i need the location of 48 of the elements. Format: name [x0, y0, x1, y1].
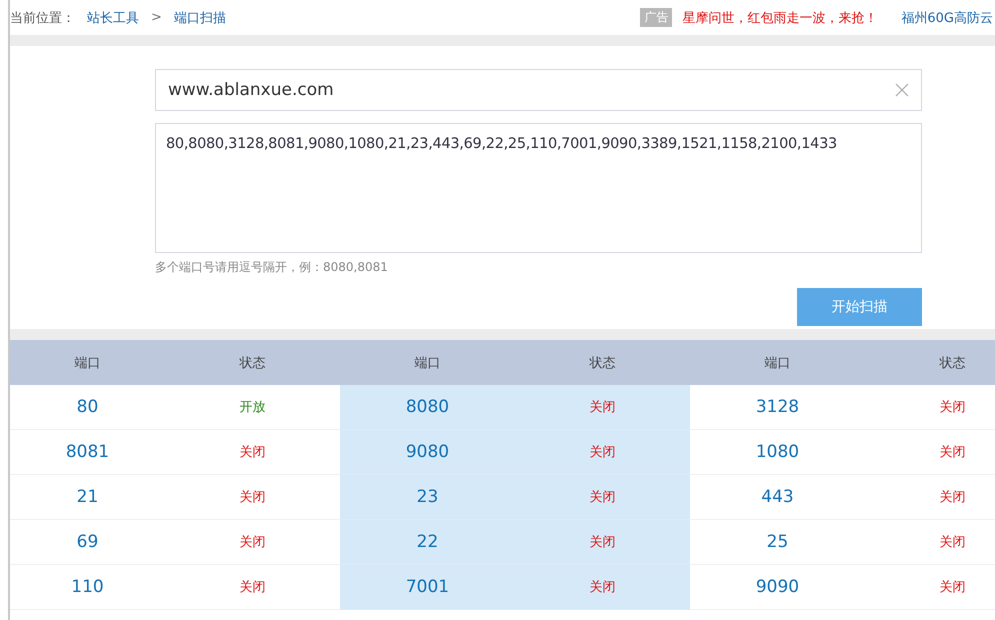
port-number: 3128 — [756, 397, 800, 417]
port-number: 7001 — [406, 577, 450, 597]
column-header: 端口 — [690, 340, 865, 385]
hint-text: 多个端口号请用逗号隔开，例：8080,8081 — [155, 259, 389, 276]
port-number: 21 — [76, 487, 98, 507]
column-header: 状态 — [865, 340, 995, 385]
breadcrumb-link[interactable]: 站长工具 — [87, 8, 139, 26]
port-number: 1080 — [756, 442, 800, 462]
column-header: 端口 — [10, 340, 165, 385]
ad-link[interactable]: 福州60G高防云 — [901, 8, 993, 26]
port-status: 关闭 — [240, 534, 266, 551]
ad-label: 广告 — [640, 8, 672, 27]
port-status: 关闭 — [590, 399, 616, 416]
port-number: 25 — [766, 532, 788, 552]
column-header: 状态 — [165, 340, 340, 385]
port-number: 110 — [71, 577, 104, 597]
breadcrumb-link[interactable]: 端口扫描 — [174, 8, 226, 26]
port-status: 关闭 — [240, 489, 266, 506]
port-number: 80 — [76, 397, 98, 417]
port-number: 9090 — [756, 577, 800, 597]
port-number: 8080 — [406, 397, 450, 417]
port-status: 关闭 — [940, 444, 966, 461]
port-number: 8081 — [66, 442, 110, 462]
port-status: 关闭 — [940, 534, 966, 551]
port-status: 关闭 — [590, 534, 616, 551]
port-status: 关闭 — [590, 444, 616, 461]
breadcrumb-separator: > — [151, 10, 162, 25]
port-number: 22 — [416, 532, 438, 552]
port-number: 9080 — [406, 442, 450, 462]
column-header: 状态 — [515, 340, 690, 385]
port-status: 开放 — [240, 399, 266, 416]
host-value: www.ablanxue.com — [168, 80, 335, 100]
port-status: 关闭 — [240, 579, 266, 596]
port-status: 关闭 — [940, 399, 966, 416]
port-status: 关闭 — [940, 489, 966, 506]
column-header: 端口 — [340, 340, 515, 385]
breadcrumb-label: 当前位置： — [10, 10, 75, 26]
clear-icon[interactable] — [895, 83, 909, 97]
ports-field[interactable]: 80,8080,3128,8081,9080,1080,21,23,443,69,22,25,110,7001,9090,3389,1521,1158,2100,1433 — [155, 123, 922, 253]
port-number: 23 — [416, 487, 438, 507]
port-status: 关闭 — [590, 489, 616, 506]
ad-link[interactable]: 星摩问世，红包雨走一波，来抢！ — [682, 8, 878, 26]
port-status: 关闭 — [940, 579, 966, 596]
port-number: 69 — [76, 532, 98, 552]
host-field[interactable]: www.ablanxue.com — [155, 69, 922, 111]
port-number: 443 — [761, 487, 794, 507]
port-status: 关闭 — [240, 444, 266, 461]
port-status: 关闭 — [590, 579, 616, 596]
